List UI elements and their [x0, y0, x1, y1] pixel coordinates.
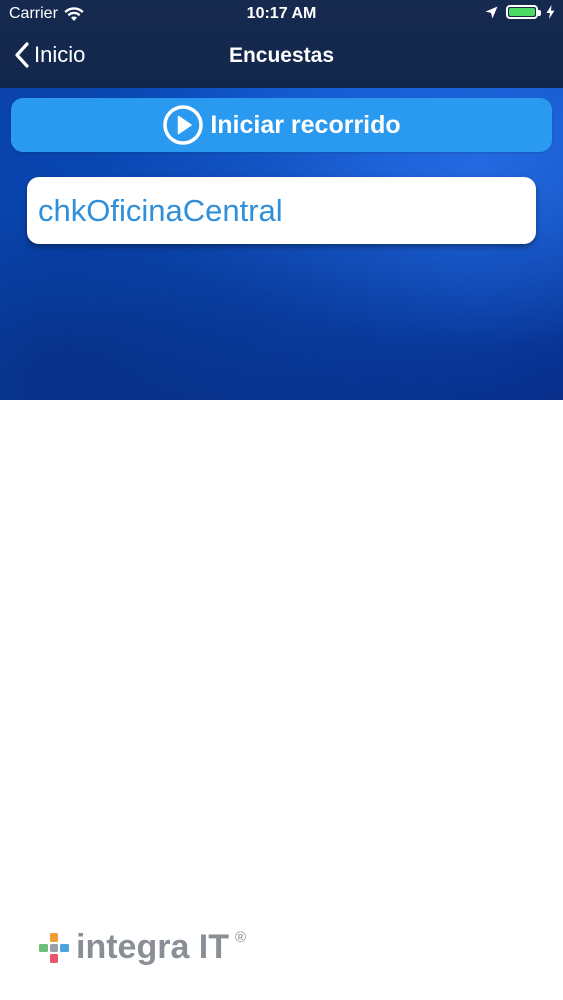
location-arrow-icon	[485, 6, 498, 18]
start-tour-label: Iniciar recorrido	[210, 110, 401, 139]
battery-fill	[509, 8, 535, 16]
battery-cap	[538, 10, 541, 16]
page-title: Encuestas	[228, 44, 335, 67]
navigation-bar: Inicio Encuestas	[0, 30, 563, 86]
survey-item-label: chkOficinaCentral	[38, 193, 283, 228]
status-right-group	[485, 5, 555, 19]
top-bar: Carrier 10:17 AM Inicio Encuestas	[0, 0, 563, 88]
battery-icon	[506, 5, 541, 19]
logo-text: integra IT	[76, 928, 230, 966]
clock: 10:17 AM	[246, 5, 317, 22]
registered-mark: ®	[235, 929, 247, 946]
start-tour-button[interactable]: Iniciar recorrido	[11, 98, 552, 152]
play-circle-icon	[163, 105, 204, 145]
status-bar: Carrier 10:17 AM	[0, 0, 563, 30]
integra-it-logo: integra IT ®	[38, 928, 246, 967]
charging-bolt-icon	[546, 5, 555, 19]
survey-list-item[interactable]: chkOficinaCentral	[27, 177, 536, 244]
integra-cross-logo-icon	[39, 932, 69, 963]
app-screen: Carrier 10:17 AM Inicio Encuestas Inicia…	[0, 0, 563, 1000]
